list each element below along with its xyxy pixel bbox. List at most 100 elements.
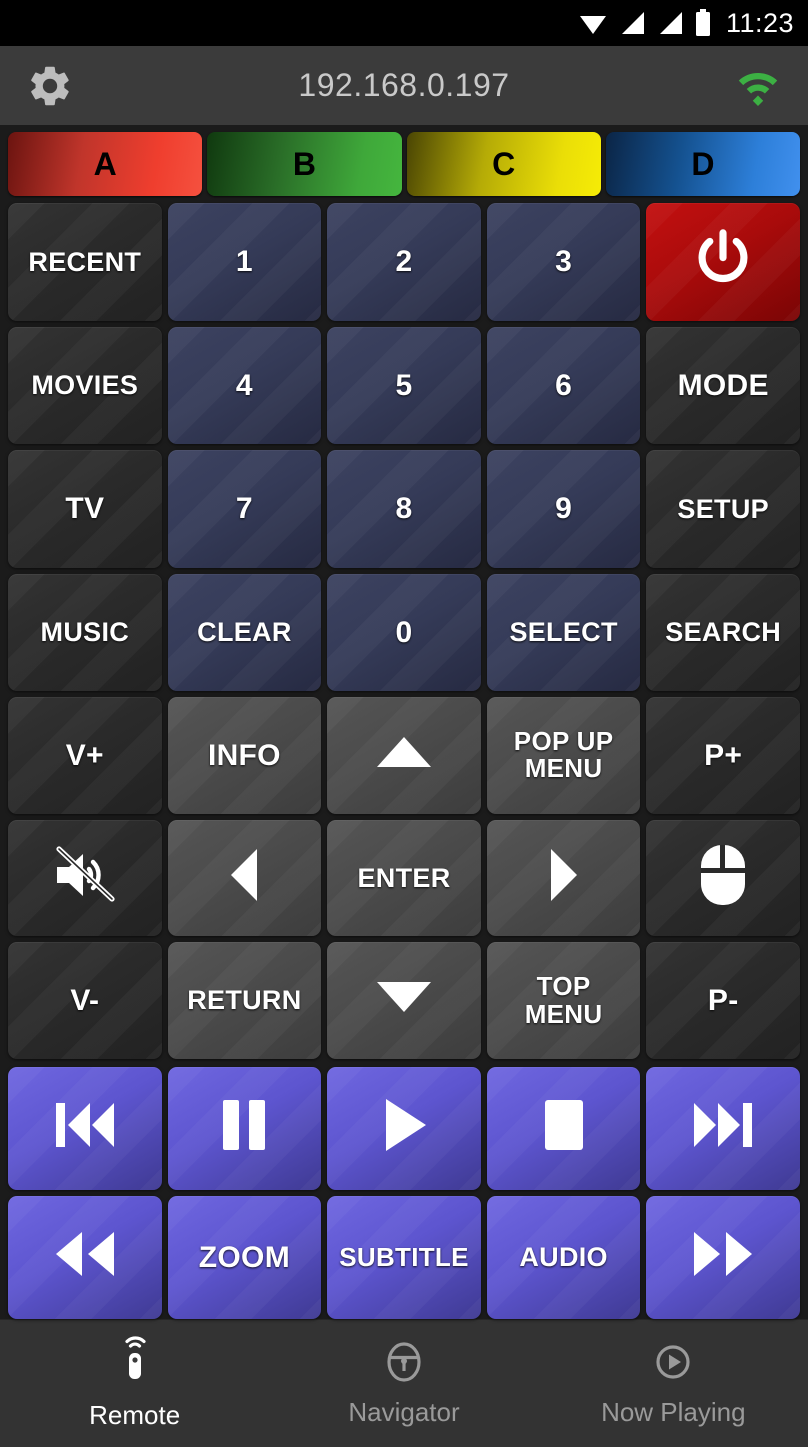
remote-icon xyxy=(115,1336,155,1393)
power-button[interactable] xyxy=(646,203,800,321)
pause-button[interactable] xyxy=(167,1067,322,1190)
volume-down-button[interactable]: V- xyxy=(8,942,162,1059)
recent-button-label: RECENT xyxy=(28,246,142,277)
popup-menu-button[interactable]: POP UP MENU xyxy=(486,697,641,814)
digit-1-button-label: 1 xyxy=(235,245,253,278)
page-up-button[interactable]: P+ xyxy=(646,697,800,814)
color-button-d[interactable]: D xyxy=(605,132,800,196)
setup-button-label: SETUP xyxy=(677,493,769,524)
color-button-a[interactable]: A xyxy=(8,132,203,196)
tv-button[interactable]: TV xyxy=(8,450,162,568)
dpad-up-button[interactable] xyxy=(327,697,481,814)
connection-ip-address: 192.168.0.197 xyxy=(298,67,510,103)
subtitle-button-label: SUBTITLE xyxy=(339,1241,469,1272)
wifi-connected-icon[interactable] xyxy=(734,66,782,106)
info-button-label: INFO xyxy=(207,738,281,772)
digit-0-button[interactable]: 0 xyxy=(327,573,481,691)
rewind-button[interactable] xyxy=(8,1196,162,1319)
movies-button-label: MOVIES xyxy=(31,370,139,401)
media-controls-grid: ZOOM SUBTITLE AUDIO xyxy=(0,1067,808,1319)
color-button-c[interactable]: C xyxy=(406,132,601,196)
app-header: 192.168.0.197 xyxy=(0,46,808,125)
steering-wheel-icon xyxy=(381,1339,427,1390)
top-menu-button-label: TOP MENU xyxy=(524,971,603,1029)
dpad-left-button[interactable] xyxy=(167,819,322,937)
pause-icon xyxy=(217,1096,271,1161)
digit-3-button[interactable]: 3 xyxy=(486,203,641,321)
zoom-button[interactable]: ZOOM xyxy=(167,1196,322,1319)
digit-4-button-label: 4 xyxy=(235,368,253,402)
page-down-button[interactable]: P- xyxy=(646,942,800,1059)
page-up-button-label: P+ xyxy=(704,738,743,772)
setup-button[interactable]: SETUP xyxy=(646,450,800,568)
numpad-grid: RECENT 1 2 3 MOVIES 4 5 6 MODE TV 7 8 9 SETUP MUSIC CLE… xyxy=(0,203,808,691)
dpad-right-button[interactable] xyxy=(486,819,641,937)
mute-button[interactable] xyxy=(8,819,162,937)
remote-app-screen: 11:23 192.168.0.197 A B C D RECENT 1 2 3 MOV… xyxy=(0,0,808,1447)
digit-6-button-label: 6 xyxy=(555,368,573,402)
digit-5-button[interactable]: 5 xyxy=(327,326,481,444)
play-button[interactable] xyxy=(327,1067,481,1190)
mode-button[interactable]: MODE xyxy=(646,326,800,444)
music-button[interactable]: MUSIC xyxy=(8,573,162,691)
digit-8-button[interactable]: 8 xyxy=(327,450,481,568)
tab-navigator[interactable]: Navigator xyxy=(269,1339,538,1428)
return-button[interactable]: RETURN xyxy=(167,942,322,1059)
volume-up-button[interactable]: V+ xyxy=(8,697,162,814)
digit-3-button-label: 3 xyxy=(555,245,573,278)
search-button-label: SEARCH xyxy=(665,617,782,648)
select-button[interactable]: SELECT xyxy=(486,573,641,691)
digit-1-button[interactable]: 1 xyxy=(167,203,322,321)
recent-button[interactable]: RECENT xyxy=(8,203,162,321)
digit-7-button[interactable]: 7 xyxy=(167,450,322,568)
mouse-button[interactable] xyxy=(646,819,800,937)
dpad-down-button[interactable] xyxy=(327,942,481,1059)
movies-button[interactable]: MOVIES xyxy=(8,326,162,444)
clear-button[interactable]: CLEAR xyxy=(167,573,322,691)
color-button-a-label: A xyxy=(93,145,117,182)
status-clock: 11:23 xyxy=(725,7,794,38)
digit-8-button-label: 8 xyxy=(395,492,413,525)
volume-up-button-label: V+ xyxy=(65,738,104,772)
play-icon xyxy=(378,1095,430,1162)
color-buttons-row: A B C D xyxy=(0,125,808,203)
color-button-b[interactable]: B xyxy=(207,132,402,196)
top-menu-button[interactable]: TOP MENU xyxy=(486,942,641,1059)
arrow-up-icon xyxy=(373,733,435,778)
tab-navigator-label: Navigator xyxy=(348,1397,460,1427)
battery-icon xyxy=(694,9,712,37)
skip-next-icon xyxy=(688,1097,758,1160)
gear-icon[interactable] xyxy=(26,62,74,110)
digit-9-button-label: 9 xyxy=(555,492,573,525)
navigation-grid: V+ INFO POP UP MENU P+ ENTER V- RETURN TOP MENU P- xyxy=(0,697,808,1059)
digit-7-button-label: 7 xyxy=(235,492,253,525)
audio-button-label: AUDIO xyxy=(519,1242,608,1273)
power-icon xyxy=(690,226,756,299)
digit-4-button[interactable]: 4 xyxy=(167,326,322,444)
arrow-left-icon xyxy=(225,845,263,912)
tab-now-playing[interactable]: Now Playing xyxy=(539,1339,808,1428)
skip-previous-icon xyxy=(50,1097,120,1160)
mute-icon xyxy=(52,846,118,911)
info-button[interactable]: INFO xyxy=(167,697,322,814)
mode-button-label: MODE xyxy=(677,368,769,402)
skip-next-button[interactable] xyxy=(646,1067,800,1190)
digit-9-button[interactable]: 9 xyxy=(486,450,641,568)
stop-button[interactable] xyxy=(486,1067,641,1190)
digit-6-button[interactable]: 6 xyxy=(486,326,641,444)
enter-button-label: ENTER xyxy=(357,862,451,893)
skip-previous-button[interactable] xyxy=(8,1067,162,1190)
wifi-icon xyxy=(578,10,608,36)
digit-2-button[interactable]: 2 xyxy=(327,203,481,321)
audio-button[interactable]: AUDIO xyxy=(486,1196,641,1319)
tab-remote[interactable]: Remote xyxy=(0,1336,269,1431)
signal-icon xyxy=(618,10,646,36)
fast-forward-button[interactable] xyxy=(646,1196,800,1319)
rewind-icon xyxy=(50,1226,120,1289)
search-button[interactable]: SEARCH xyxy=(646,573,800,691)
bottom-tab-bar: Remote Navigator Now Playing xyxy=(0,1319,808,1447)
enter-button[interactable]: ENTER xyxy=(327,819,481,937)
tab-remote-label: Remote xyxy=(89,1400,181,1430)
subtitle-button[interactable]: SUBTITLE xyxy=(327,1196,481,1319)
clear-button-label: CLEAR xyxy=(197,617,292,648)
